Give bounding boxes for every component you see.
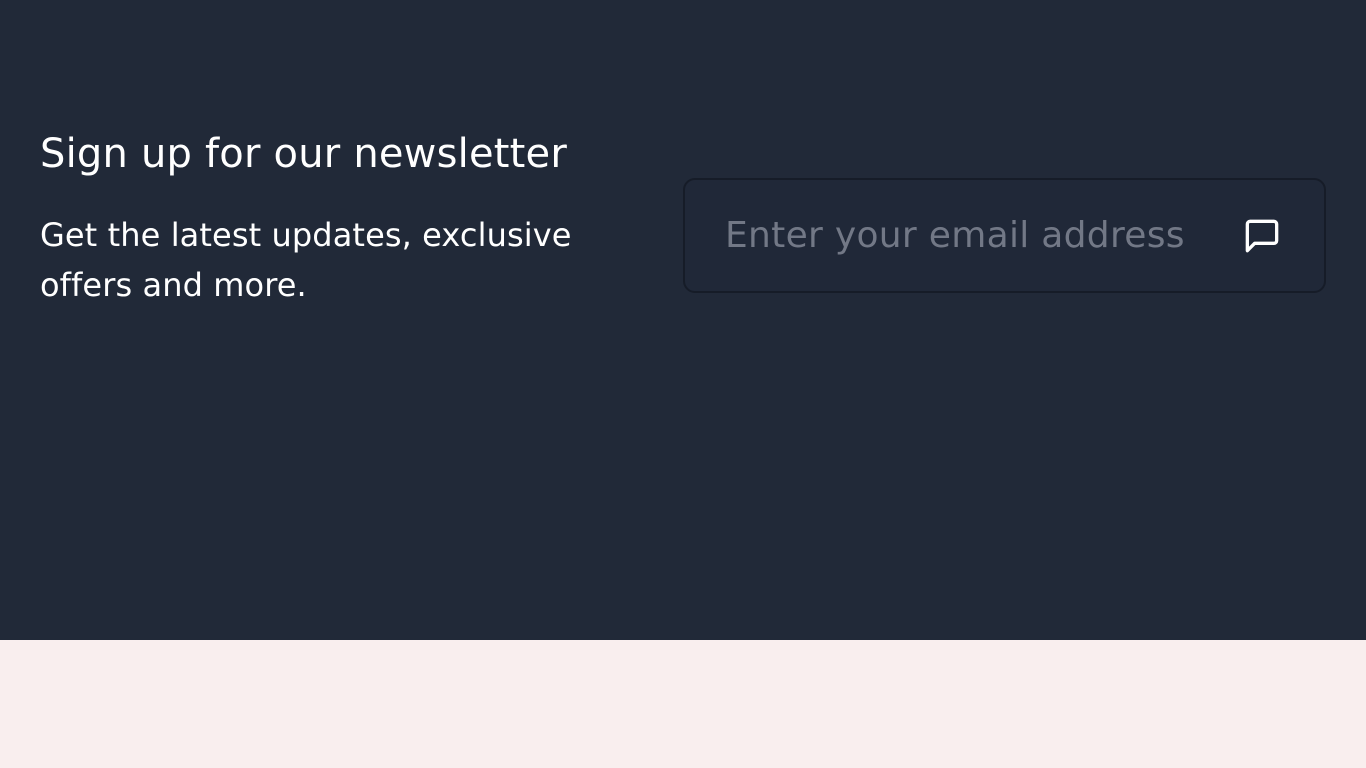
subscribe-button[interactable] bbox=[1238, 212, 1286, 260]
message-square-icon bbox=[1240, 214, 1284, 258]
newsletter-section: Sign up for our newsletter Get the lates… bbox=[0, 0, 1366, 640]
page: Sign up for our newsletter Get the lates… bbox=[0, 0, 1366, 768]
newsletter-subtitle: Get the latest updates, exclusive offers… bbox=[40, 216, 572, 304]
newsletter-title: Sign up for our newsletter bbox=[40, 131, 567, 177]
newsletter-copy: Sign up for our newsletter Get the lates… bbox=[40, 128, 640, 310]
email-input[interactable] bbox=[725, 205, 1226, 266]
footer-band bbox=[0, 640, 1366, 768]
email-field-container bbox=[683, 178, 1326, 293]
